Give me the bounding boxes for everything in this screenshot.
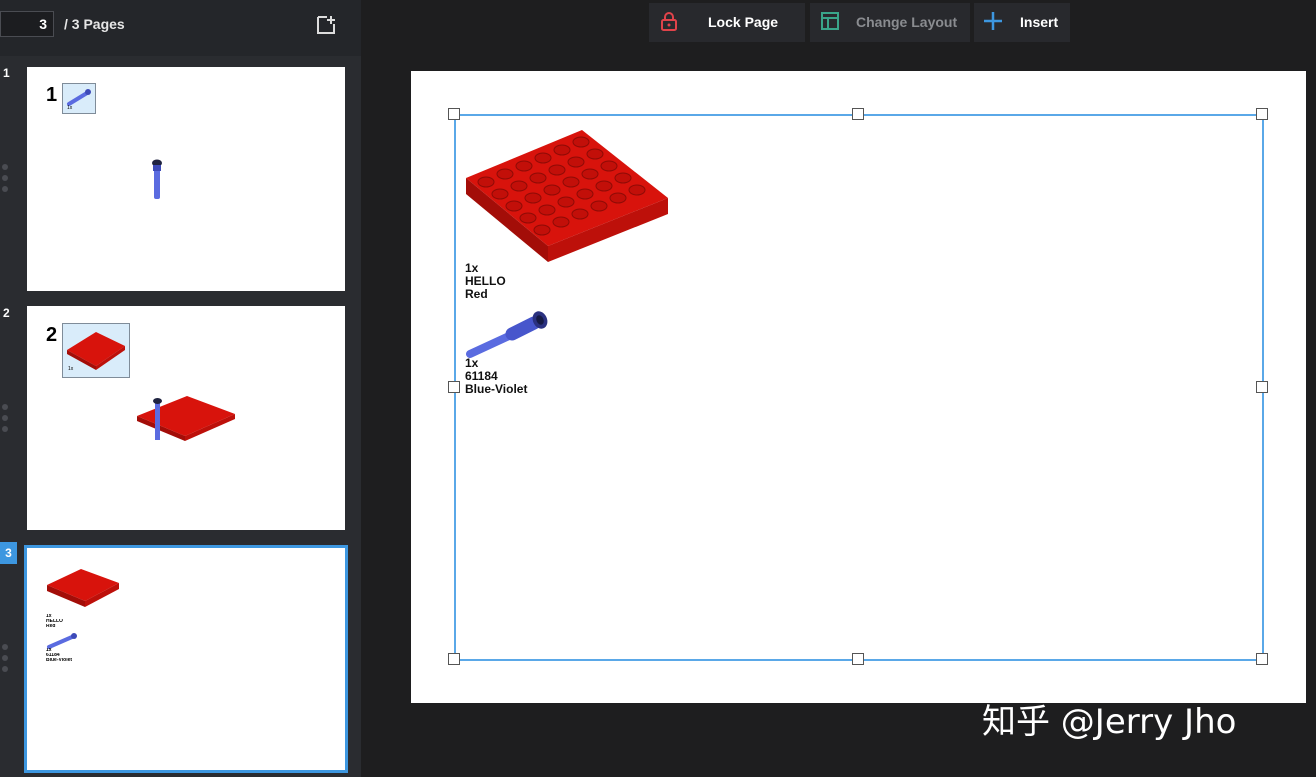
change-layout-label: Change Layout <box>856 14 958 30</box>
change-layout-button[interactable]: Change Layout <box>810 3 970 42</box>
plate-with-pin-model <box>137 396 235 441</box>
plus-icon <box>984 12 1002 30</box>
lock-page-button[interactable]: Lock Page <box>649 3 805 42</box>
resize-handle-bottom-right[interactable] <box>1256 653 1268 665</box>
thumbnail-number: 3 <box>0 542 17 564</box>
thumbnail-number: 1 <box>3 66 10 80</box>
watermark: 知乎 @Jerry Jho <box>982 702 1237 742</box>
pin-model-icon <box>152 159 162 199</box>
insert-button[interactable]: Insert <box>974 3 1070 42</box>
resize-handle-bottom-left[interactable] <box>448 653 460 665</box>
selection-frame[interactable] <box>454 114 1264 661</box>
resize-handle-right[interactable] <box>1256 381 1268 393</box>
plate-icon <box>47 569 119 607</box>
lock-icon <box>661 12 677 31</box>
page-total-label: / 3 Pages <box>64 16 125 32</box>
drag-handle-icon[interactable] <box>2 164 10 196</box>
thumbnail-number: 2 <box>3 306 10 320</box>
step-number: 1 <box>46 84 58 106</box>
resize-handle-top[interactable] <box>852 108 864 120</box>
page-sidebar: / 3 Pages 1 1 1x 2 2 <box>0 0 361 777</box>
parts-list-box: 1x <box>62 323 130 378</box>
resize-handle-top-left[interactable] <box>448 108 460 120</box>
layout-icon <box>821 12 839 30</box>
page-thumbnail-3[interactable]: 1x HELLO Red 1x 61184 Blue-Violet <box>24 545 348 773</box>
drag-handle-icon[interactable] <box>2 404 10 436</box>
parts-list-box: 1x <box>62 83 96 114</box>
page-thumbnail-2[interactable]: 2 1x <box>27 306 345 530</box>
page-number-input[interactable] <box>0 11 54 37</box>
lock-page-label: Lock Page <box>708 14 779 30</box>
resize-handle-bottom[interactable] <box>852 653 864 665</box>
page-thumbnail-1[interactable]: 1 1x <box>27 67 345 291</box>
resize-handle-top-right[interactable] <box>1256 108 1268 120</box>
add-page-icon[interactable] <box>315 14 337 36</box>
step-number: 2 <box>46 324 58 346</box>
drag-handle-icon[interactable] <box>2 644 10 676</box>
insert-label: Insert <box>1020 14 1059 30</box>
resize-handle-left[interactable] <box>448 381 460 393</box>
sidebar-header: / 3 Pages <box>0 0 361 56</box>
